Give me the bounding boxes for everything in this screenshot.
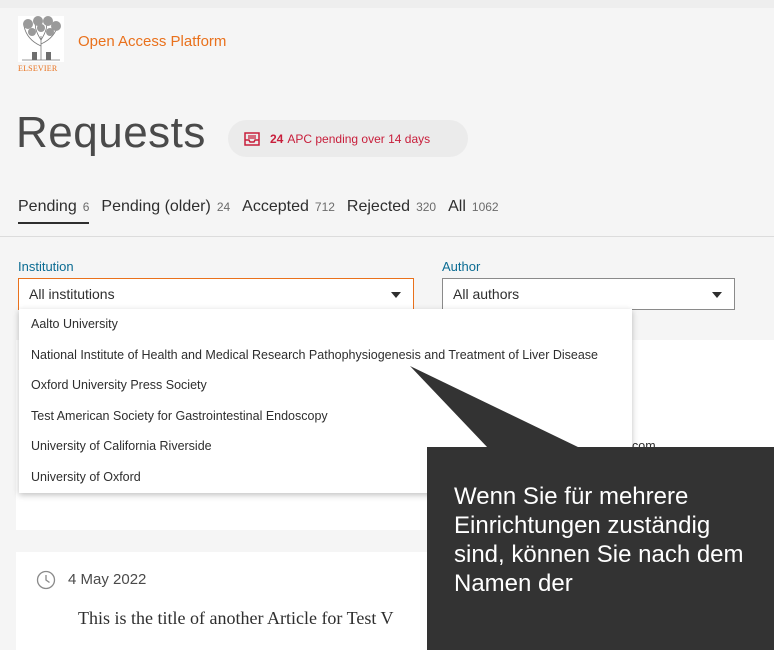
badge-text: APC pending over 14 days [287,131,431,146]
status-tabs: Pending 6 Pending (older) 24 Accepted 71… [18,198,511,224]
clock-icon [36,570,56,590]
elsevier-wordmark: ELSEVIER [18,64,58,73]
tab-count: 24 [216,200,231,214]
tab-count: 712 [314,200,335,214]
tab-label: All [448,198,466,215]
institution-option[interactable]: Test American Society for Gastrointestin… [19,401,632,432]
institution-option[interactable]: Oxford University Press Society [19,370,632,401]
chevron-down-icon [712,292,722,298]
page-title: Requests [16,108,206,157]
tab-count: 6 [82,200,90,214]
institution-option[interactable]: National Institute of Health and Medical… [19,340,632,371]
tab-label: Accepted [242,198,309,215]
author-select[interactable]: All authors [442,278,735,310]
tab-count: 1062 [471,200,499,214]
tab-count: 320 [416,200,437,214]
tab-label: Rejected [346,198,411,215]
institution-select-value: All institutions [29,286,115,302]
institution-label: Institution [18,259,74,274]
help-tooltip: Wenn Sie für mehrere Einrichtungen zustä… [427,447,774,650]
badge-count: 24 [270,131,284,146]
article-title[interactable]: This is the title of another Article for… [78,608,394,629]
tab-label: Pending [18,198,77,215]
request-date: 4 May 2022 [68,571,147,588]
top-bar [0,0,774,8]
tab-label: Pending (older) [101,198,211,215]
tab-pending-older[interactable]: Pending (older) 24 [101,198,230,224]
author-select-value: All authors [453,286,520,302]
apc-pending-badge[interactable]: 24 APC pending over 14 days [228,120,468,157]
institution-select[interactable]: All institutions [18,278,414,310]
platform-name-link[interactable]: Open Access Platform [78,33,226,50]
author-label: Author [442,259,481,274]
tab-pending[interactable]: Pending 6 [18,198,90,224]
chevron-down-icon [391,292,401,298]
tab-rejected[interactable]: Rejected 320 [347,198,436,224]
institution-option[interactable]: Aalto University [19,309,632,340]
tabs-divider [0,236,774,237]
tab-all[interactable]: All 1062 [448,198,498,224]
tab-accepted[interactable]: Accepted 712 [242,198,335,224]
inbox-icon [244,131,260,146]
